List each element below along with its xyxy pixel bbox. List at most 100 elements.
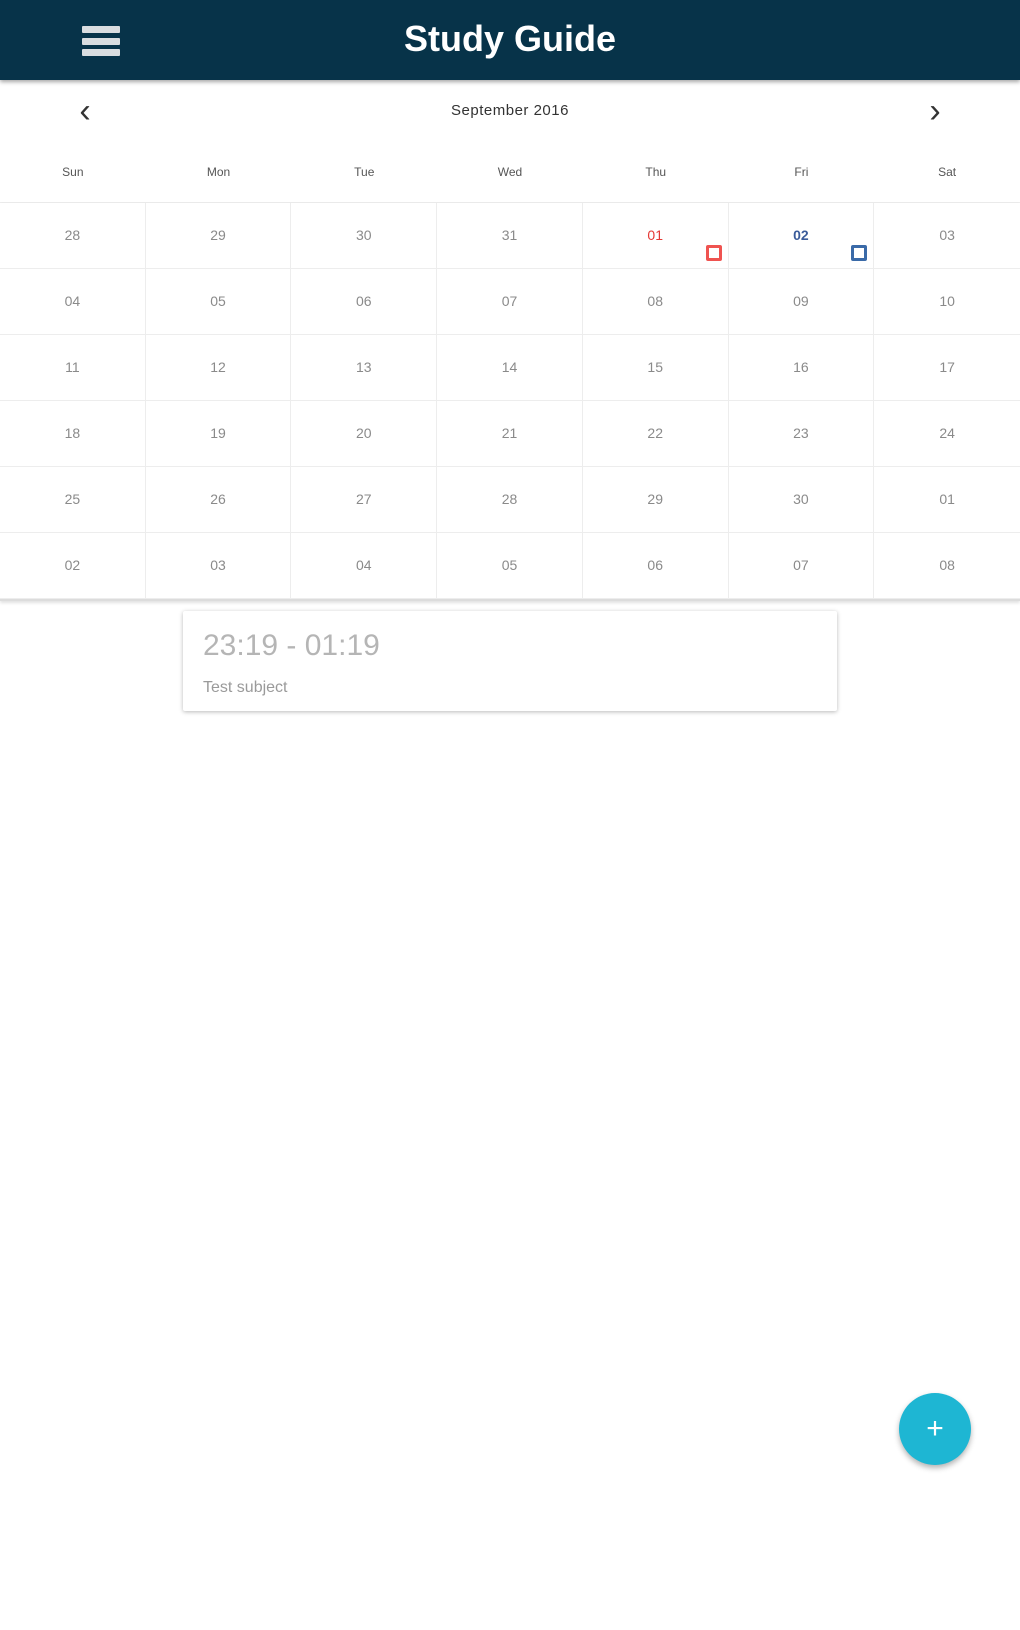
day-cell[interactable]: 14 — [437, 335, 583, 401]
event-time: 23:19 - 01:19 — [203, 629, 380, 662]
day-cell[interactable]: 12 — [145, 335, 292, 401]
day-cell[interactable]: 25 — [0, 467, 146, 533]
day-cell[interactable]: 01 — [874, 467, 1020, 533]
day-number: 08 — [647, 293, 663, 309]
day-cell[interactable]: 05 — [145, 269, 292, 335]
day-number: 20 — [355, 425, 372, 441]
day-cell[interactable]: 16 — [728, 335, 875, 401]
app-bar: Study Guide — [0, 0, 1020, 80]
day-cell[interactable]: 07 — [437, 269, 583, 335]
day-number: 03 — [939, 227, 955, 243]
event-marker-icon — [851, 245, 868, 261]
day-number: 14 — [501, 359, 518, 375]
day-number: 13 — [355, 359, 372, 375]
day-number: 18 — [64, 425, 81, 441]
day-cell[interactable]: 19 — [145, 401, 292, 467]
day-cell[interactable]: 22 — [582, 401, 729, 467]
weekday-label: Mon — [206, 165, 231, 179]
weekday-label: Tue — [354, 165, 375, 179]
day-cell[interactable]: 18 — [0, 401, 146, 467]
day-number: 16 — [793, 359, 809, 375]
day-cell[interactable]: 09 — [728, 269, 875, 335]
event-subject: Test subject — [203, 679, 288, 696]
day-number: 28 — [501, 491, 518, 507]
day-number: 22 — [647, 425, 663, 441]
day-number: 01 — [939, 491, 955, 507]
day-number: 09 — [793, 293, 809, 309]
day-number: 31 — [501, 227, 518, 243]
day-cell[interactable]: 23 — [728, 401, 875, 467]
weekday-label: Fri — [794, 165, 809, 179]
day-number: 23 — [793, 425, 809, 441]
day-number: 30 — [355, 227, 372, 243]
day-number: 21 — [501, 425, 518, 441]
day-cell[interactable]: 27 — [291, 467, 438, 533]
weekday-label: Wed — [497, 165, 523, 179]
day-number: 11 — [65, 359, 80, 375]
day-number: 29 — [210, 227, 226, 243]
month-navigation: ‹ September 2016 › — [0, 80, 1020, 142]
day-number: 19 — [210, 425, 226, 441]
day-cell[interactable]: 21 — [437, 401, 583, 467]
day-cell[interactable]: 02 — [0, 533, 146, 599]
day-cell[interactable]: 17 — [874, 335, 1020, 401]
app-title: Study Guide — [403, 18, 616, 59]
event-card[interactable]: 23:19 - 01:19 Test subject — [183, 611, 837, 711]
day-number: 27 — [355, 491, 372, 507]
day-cell[interactable]: 30 — [291, 203, 438, 269]
weekday-label: Sun — [62, 165, 84, 179]
day-cell[interactable]: 08 — [582, 269, 729, 335]
weekday-header: Sun Mon Tue Wed Thu Fri Sat — [0, 142, 1020, 203]
day-cell[interactable]: 24 — [874, 401, 1020, 467]
day-cell[interactable]: 29 — [582, 467, 729, 533]
day-cell[interactable]: 30 — [728, 467, 875, 533]
day-cell[interactable]: 28 — [437, 467, 583, 533]
day-cell[interactable]: 06 — [291, 269, 438, 335]
day-number: 06 — [355, 293, 372, 309]
weekday-label: Thu — [645, 165, 667, 179]
day-number: 08 — [939, 557, 955, 573]
day-number: 24 — [939, 425, 955, 441]
day-cell[interactable]: 11 — [0, 335, 146, 401]
day-number: 10 — [939, 293, 955, 309]
event-marker-icon — [705, 245, 722, 261]
calendar-grid: 28 29 30 31 01 02 03 04 05 06 07 08 09 1… — [0, 203, 1020, 601]
day-cell[interactable]: 29 — [145, 203, 292, 269]
day-number: 02 — [793, 227, 809, 243]
day-number: 06 — [647, 557, 663, 573]
day-number: 12 — [210, 359, 226, 375]
day-number: 15 — [647, 359, 663, 375]
weekday-label: Sat — [938, 165, 957, 179]
day-number: 26 — [210, 491, 226, 507]
day-number: 07 — [793, 557, 809, 573]
day-number: 03 — [210, 557, 226, 573]
day-cell[interactable]: 03 — [874, 203, 1020, 269]
day-cell[interactable]: 31 — [437, 203, 583, 269]
day-cell[interactable]: 15 — [582, 335, 729, 401]
day-cell[interactable]: 04 — [0, 269, 146, 335]
day-number: 25 — [64, 491, 81, 507]
day-cell[interactable]: 07 — [728, 533, 875, 599]
day-cell[interactable]: 04 — [291, 533, 438, 599]
day-cell[interactable]: 08 — [874, 533, 1020, 599]
day-number: 01 — [647, 227, 663, 243]
day-cell[interactable]: 10 — [874, 269, 1020, 335]
day-number: 05 — [210, 293, 226, 309]
day-cell[interactable]: 06 — [582, 533, 729, 599]
day-cell[interactable]: 28 — [0, 203, 146, 269]
add-event-button[interactable]: + — [899, 1393, 971, 1465]
day-cell[interactable]: 05 — [437, 533, 583, 599]
day-cell[interactable]: 20 — [291, 401, 438, 467]
day-cell[interactable]: 26 — [145, 467, 292, 533]
plus-icon: + — [926, 1412, 944, 1445]
month-label: September 2016 — [451, 102, 569, 119]
day-cell-selected[interactable]: 02 — [728, 203, 875, 269]
day-cell[interactable]: 13 — [291, 335, 438, 401]
day-number: 04 — [64, 293, 81, 309]
day-number: 04 — [355, 557, 372, 573]
day-cell[interactable]: 03 — [145, 533, 292, 599]
day-number: 28 — [64, 227, 81, 243]
day-number: 29 — [647, 491, 663, 507]
chevron-right-icon[interactable]: › — [918, 94, 952, 128]
day-cell-today[interactable]: 01 — [582, 203, 729, 269]
